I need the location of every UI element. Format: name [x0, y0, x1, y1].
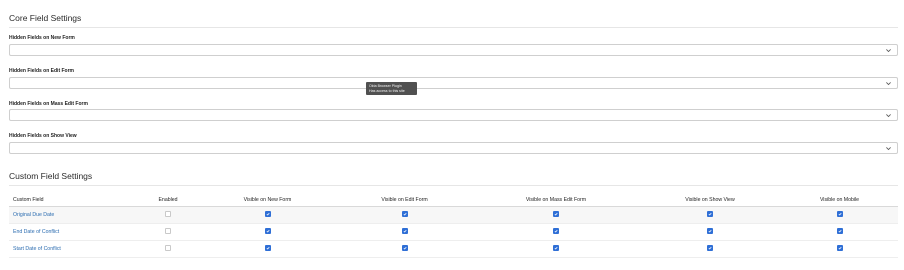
core-field-settings-title: Core Field Settings: [9, 13, 82, 23]
custom-field-name-link[interactable]: Start Date of Conflict: [9, 240, 137, 258]
checkbox-cell: [137, 240, 199, 258]
custom-field-settings-title: Custom Field Settings: [9, 171, 93, 181]
visible-new-form-checkbox[interactable]: [264, 228, 271, 235]
hidden-fields-show-view-label: Hidden Fields on Show View: [9, 133, 77, 139]
checkbox-cell: [473, 240, 639, 258]
hidden-fields-mass-edit-form-label: Hidden Fields on Mass Edit Form: [9, 101, 88, 107]
enabled-checkbox[interactable]: [165, 211, 171, 218]
checkmark-icon: [266, 213, 270, 216]
checkmark-icon: [708, 247, 712, 250]
visible-show-view-checkbox[interactable]: [707, 228, 713, 235]
checkmark-icon: [838, 213, 842, 216]
browser-plugin-tooltip: Okta Browser Plugin Has access to this s…: [366, 82, 417, 95]
custom-field-name-link[interactable]: End Date of Conflict: [9, 223, 137, 241]
checkmark-icon: [708, 213, 712, 216]
checkmark-icon: [554, 230, 558, 233]
visible-mobile-checkbox[interactable]: [836, 245, 843, 252]
checkbox-cell: [781, 206, 898, 224]
hidden-fields-mass-edit-form-select[interactable]: [9, 109, 898, 121]
checkbox-cell: [336, 240, 473, 258]
enabled-checkbox[interactable]: [165, 228, 171, 235]
hidden-fields-new-form-select[interactable]: [9, 44, 898, 56]
column-header-visible-mass-edit-form: Visible on Mass Edit Form: [473, 194, 639, 207]
chevron-down-icon: [886, 147, 891, 151]
checkbox-cell: [199, 240, 336, 258]
column-header-enabled: Enabled: [137, 194, 199, 207]
visible-new-form-checkbox[interactable]: [264, 245, 271, 252]
column-header-visible-new-form: Visible on New Form: [199, 194, 336, 207]
checkmark-icon: [403, 213, 407, 216]
checkbox-cell: [336, 223, 473, 241]
checkbox-cell: [336, 206, 473, 224]
checkmark-icon: [838, 247, 842, 250]
checkbox-cell: [639, 223, 781, 241]
checkbox-cell: [137, 223, 199, 241]
visible-mass-edit-checkbox[interactable]: [553, 211, 559, 218]
checkmark-icon: [266, 247, 270, 250]
checkmark-icon: [554, 213, 558, 216]
visible-mass-edit-checkbox[interactable]: [553, 228, 559, 235]
visible-new-form-checkbox[interactable]: [264, 211, 271, 218]
table-header-row: Custom Field Enabled Visible on New Form…: [9, 194, 898, 207]
enabled-checkbox[interactable]: [165, 245, 171, 252]
checkmark-icon: [403, 230, 407, 233]
checkbox-cell: [781, 240, 898, 258]
visible-mobile-checkbox[interactable]: [836, 211, 843, 218]
hidden-fields-new-form-label: Hidden Fields on New Form: [9, 35, 75, 41]
column-header-visible-show-view: Visible on Show View: [639, 194, 781, 207]
checkbox-cell: [137, 206, 199, 224]
core-section-divider: [9, 27, 898, 28]
checkbox-cell: [639, 240, 781, 258]
column-header-visible-edit-form: Visible on Edit Form: [336, 194, 473, 207]
chevron-down-icon: [886, 114, 891, 118]
checkbox-cell: [199, 223, 336, 241]
visible-edit-form-checkbox[interactable]: [401, 245, 408, 252]
custom-section-divider: [9, 185, 898, 186]
table-row: Start Date of Conflict: [9, 240, 898, 258]
table-row: Original Due Date: [9, 206, 898, 224]
chevron-down-icon: [886, 82, 891, 86]
checkmark-icon: [708, 230, 712, 233]
hidden-fields-edit-form-select[interactable]: [9, 77, 898, 89]
checkmark-icon: [838, 230, 842, 233]
hidden-fields-show-view-select[interactable]: [9, 142, 898, 154]
checkbox-cell: [473, 206, 639, 224]
custom-field-name-link[interactable]: Original Due Date: [9, 206, 137, 224]
column-header-custom-field: Custom Field: [9, 194, 137, 207]
checkmark-icon: [554, 247, 558, 250]
visible-edit-form-checkbox[interactable]: [401, 228, 408, 235]
custom-fields-table: Custom Field Enabled Visible on New Form…: [9, 194, 898, 258]
checkbox-cell: [781, 223, 898, 241]
checkmark-icon: [266, 230, 270, 233]
visible-mobile-checkbox[interactable]: [836, 228, 843, 235]
visible-show-view-checkbox[interactable]: [707, 211, 713, 218]
visible-mass-edit-checkbox[interactable]: [553, 245, 559, 252]
checkbox-cell: [639, 206, 781, 224]
chevron-down-icon: [886, 49, 891, 53]
checkbox-cell: [473, 223, 639, 241]
checkbox-cell: [199, 206, 336, 224]
visible-show-view-checkbox[interactable]: [707, 245, 713, 252]
table-row: End Date of Conflict: [9, 223, 898, 241]
visible-edit-form-checkbox[interactable]: [401, 211, 408, 218]
tooltip-line-2: Has access to this site: [369, 88, 405, 93]
column-header-visible-mobile: Visible on Mobile: [781, 194, 898, 207]
hidden-fields-edit-form-label: Hidden Fields on Edit Form: [9, 68, 74, 74]
checkmark-icon: [403, 247, 407, 250]
